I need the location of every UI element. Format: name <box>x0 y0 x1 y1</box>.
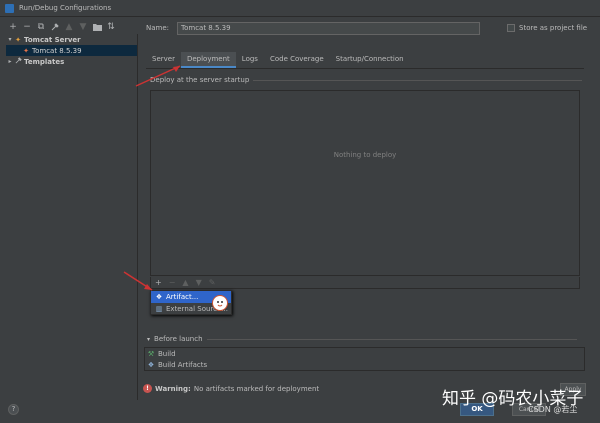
section-divider <box>253 79 582 81</box>
name-label: Name: <box>146 24 170 32</box>
deploy-section-header: Deploy at the server startup <box>150 76 582 84</box>
remove-icon[interactable]: − <box>22 22 32 32</box>
tree-item-tomcat-server[interactable]: ▾ ✦ Tomcat Server <box>6 34 137 45</box>
tab-code-coverage[interactable]: Code Coverage <box>264 52 330 68</box>
tomcat-icon: ✦ <box>15 35 21 44</box>
annotation-arrow-icon <box>135 65 181 87</box>
store-label: Store as project file <box>519 24 588 32</box>
external-source-icon: ▥ <box>155 305 163 313</box>
move-down-icon[interactable]: ▼ <box>196 278 202 287</box>
expand-arrow-icon[interactable]: ▾ <box>6 36 14 43</box>
window-title: Run/Debug Configurations <box>19 4 112 12</box>
config-toolbar: + − ⧉ ▲ ▼ ⇅ <box>8 20 136 34</box>
popup-item-label: Artifact... <box>166 293 199 301</box>
before-launch-header[interactable]: ▾ Before launch <box>147 335 577 343</box>
tree-group-label: Tomcat Server <box>24 35 81 44</box>
add-icon[interactable]: + <box>8 22 18 32</box>
help-button[interactable]: ? <box>8 404 19 415</box>
before-launch-label: Before launch <box>154 335 203 343</box>
artifact-icon: ❖ <box>147 360 155 369</box>
title-bar: Run/Debug Configurations <box>0 0 600 17</box>
store-checkbox[interactable] <box>507 24 515 32</box>
tab-divider <box>146 68 584 69</box>
warning-message: ! Warning: No artifacts marked for deplo… <box>143 384 319 393</box>
before-launch-list[interactable]: ⚒ Build ❖ Build Artifacts <box>144 347 585 371</box>
warning-text: No artifacts marked for deployment <box>193 384 320 393</box>
warning-bold: Warning: <box>155 384 191 393</box>
store-as-project-file[interactable]: Store as project file <box>507 24 587 32</box>
move-up-icon[interactable]: ▲ <box>182 278 188 287</box>
watermark-subtext: CSDN @若尘 <box>528 405 578 414</box>
expand-arrow-icon[interactable]: ▾ <box>147 336 150 343</box>
name-input[interactable]: Tomcat 8.5.39 <box>177 22 480 35</box>
tree-item-templates[interactable]: ▸ Templates <box>6 56 137 67</box>
section-divider <box>206 338 577 340</box>
tab-startup-connection[interactable]: Startup/Connection <box>330 52 410 68</box>
before-launch-item-build[interactable]: ⚒ Build <box>145 348 584 359</box>
tree-templates-label: Templates <box>24 57 65 66</box>
tree-config-label: Tomcat 8.5.39 <box>32 46 82 55</box>
folder-icon[interactable] <box>92 22 102 32</box>
tab-logs[interactable]: Logs <box>236 52 264 68</box>
deploy-list[interactable]: Nothing to deploy <box>150 90 580 276</box>
copy-icon[interactable]: ⧉ <box>36 22 46 32</box>
intellij-icon <box>5 3 14 13</box>
sort-icon[interactable]: ⇅ <box>106 22 116 32</box>
collapse-arrow-icon[interactable]: ▸ <box>6 58 14 65</box>
warning-icon: ! <box>143 384 152 393</box>
tomcat-config-icon: ✦ <box>23 46 29 55</box>
config-tree: ▾ ✦ Tomcat Server ✦ Tomcat 8.5.39 ▸ Temp… <box>6 34 138 400</box>
tree-item-tomcat-8539[interactable]: ✦ Tomcat 8.5.39 <box>6 45 137 56</box>
build-hammer-icon: ⚒ <box>147 349 155 358</box>
cat-avatar-icon <box>212 295 228 311</box>
before-launch-item-build-artifacts[interactable]: ❖ Build Artifacts <box>145 359 584 370</box>
empty-state-text: Nothing to deploy <box>333 151 397 159</box>
move-up-icon[interactable]: ▲ <box>64 22 74 32</box>
edit-pencil-icon[interactable]: ✎ <box>209 278 216 287</box>
wrench-icon <box>14 57 22 66</box>
deploy-list-toolbar: + − ▲ ▼ ✎ <box>150 277 580 289</box>
move-down-icon[interactable]: ▼ <box>78 22 88 32</box>
list-item-label: Build Artifacts <box>158 360 208 369</box>
list-item-label: Build <box>158 349 176 358</box>
annotation-arrow-icon <box>123 271 153 291</box>
remove-artifact-icon[interactable]: − <box>169 278 176 287</box>
wrench-icon[interactable] <box>50 22 60 32</box>
